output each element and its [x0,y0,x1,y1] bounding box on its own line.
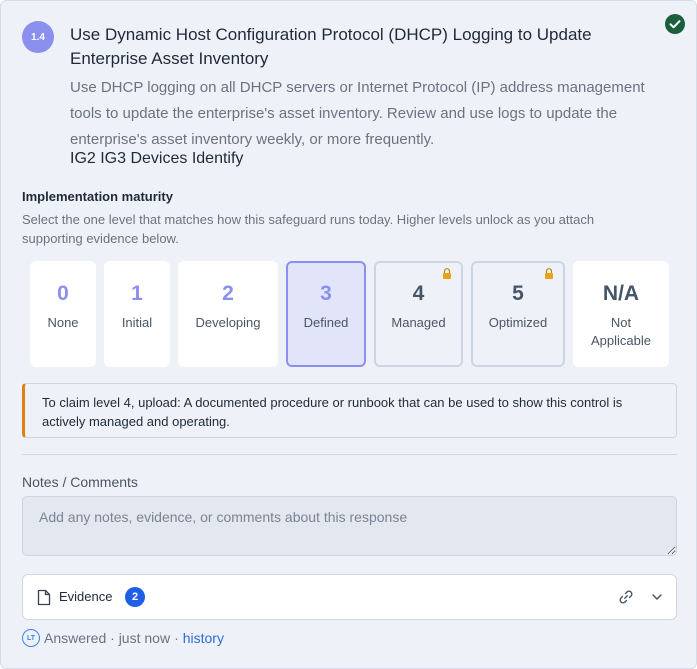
level-label: Defined [303,315,349,330]
notes-textarea[interactable] [22,496,677,556]
level-label: None [47,315,79,330]
level-label: Not Applicable [591,315,651,348]
evidence-label: Evidence [59,589,113,604]
safeguard-id-badge: 1.4 [22,21,54,53]
safeguard-description: Use DHCP logging on all DHCP servers or … [70,79,645,148]
level-option-1[interactable]: 1 Initial [104,261,170,367]
evidence-count-badge: 2 [125,587,145,607]
level-value: 4 [412,282,425,305]
section-divider [22,454,677,455]
level-option-0[interactable]: 0 None [30,261,96,367]
lock-icon [545,268,553,279]
answer-status: Answered · just now [44,630,171,646]
level-label: Initial [121,315,153,330]
level-option-3[interactable]: 3 Defined [286,261,366,367]
level-option-4[interactable]: 4 Managed [374,261,463,367]
level-option-5[interactable]: 5 Optimized [471,261,565,367]
link-icon[interactable] [618,589,634,605]
lock-icon [443,268,451,279]
safeguard-title: Use Dynamic Host Configuration Protocol … [70,25,592,68]
safeguard-card: 1.4 Use Dynamic Host Configuration Proto… [0,0,697,669]
chevron-down-icon[interactable] [650,590,664,604]
level-value: 2 [222,282,234,305]
level-option-na[interactable]: N/A Not Applicable [573,261,669,367]
level-label: Optimized [488,315,548,330]
avatar: LT [22,629,40,647]
check-circle-icon [665,14,685,34]
safeguard-tags: IG2 IG3 Devices Identify [70,150,244,167]
answer-footer: LT Answered · just now · history [22,629,224,647]
evidence-panel[interactable]: Evidence 2 [22,574,677,620]
level-value: 3 [320,282,332,305]
level-value: 0 [57,282,69,305]
level-value: 5 [512,282,524,305]
level-option-2[interactable]: 2 Developing [178,261,278,367]
level-label: Developing [195,315,261,330]
implementation-help: Select the one level that matches how th… [22,212,595,246]
implementation-heading: Implementation maturity [22,189,173,204]
separator-dot: · [174,630,179,646]
document-icon [37,589,51,606]
history-link[interactable]: history [183,630,224,646]
level-value: 1 [131,282,143,305]
evidence-requirement-callout: To claim level 4, upload: A documented p… [22,383,677,438]
notes-label: Notes / Comments [22,474,138,490]
level-value: N/A [602,282,640,305]
level-label: Managed [391,315,446,330]
